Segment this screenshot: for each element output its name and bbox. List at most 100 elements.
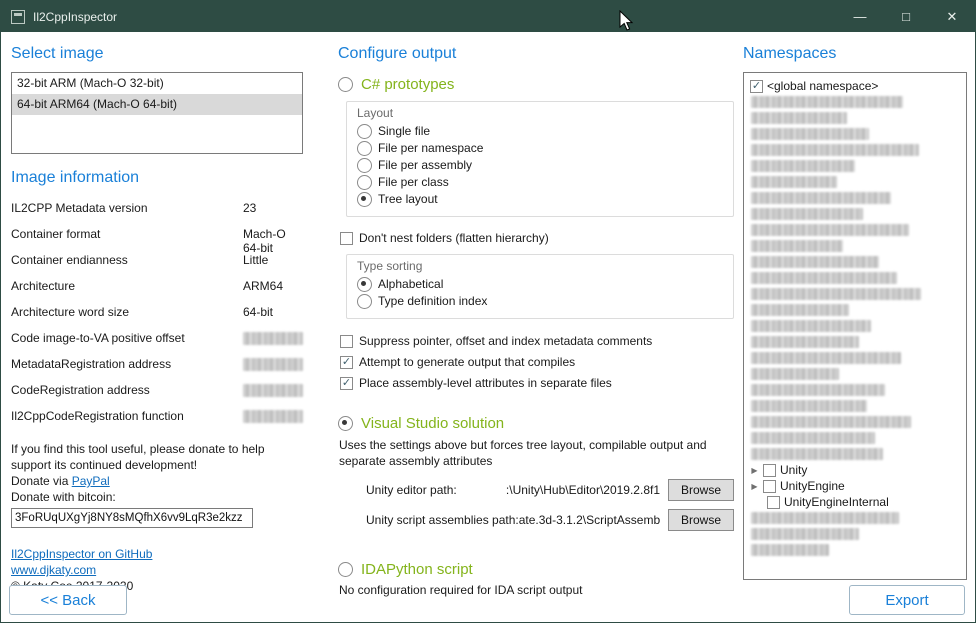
output-option[interactable]: Suppress pointer, offset and index metad… — [340, 333, 734, 349]
back-button[interactable]: << Back — [9, 585, 127, 615]
path-field-row: Unity script assemblies path:ate.3d-3.1.… — [366, 509, 734, 531]
info-value: ARM64 — [243, 279, 283, 293]
checkbox-label: Place assembly-level attributes in separ… — [359, 375, 612, 391]
layout-option[interactable]: File per class — [357, 174, 723, 190]
csharp-prototypes-option[interactable]: C# prototypes — [338, 76, 734, 93]
visual-studio-option[interactable]: Visual Studio solution — [338, 415, 734, 432]
app-window: Il2CppInspector — □ ✕ Select image 32-bi… — [0, 0, 976, 623]
namespace-row[interactable] — [746, 254, 964, 270]
namespace-checkbox[interactable] — [763, 464, 776, 477]
info-value: 64-bit — [243, 305, 273, 319]
namespace-row[interactable] — [746, 158, 964, 174]
namespace-row[interactable] — [746, 350, 964, 366]
info-row: Container endiannessLittle — [11, 253, 303, 279]
namespace-row[interactable]: UnityEngineInternal — [746, 494, 964, 510]
redacted-namespace — [751, 416, 911, 428]
type-sorting-option[interactable]: Type definition index — [357, 293, 723, 309]
namespace-row[interactable] — [746, 206, 964, 222]
namespace-row[interactable] — [746, 526, 964, 542]
github-link[interactable]: Il2CppInspector on GitHub — [11, 547, 152, 561]
paypal-link[interactable]: PayPal — [72, 474, 110, 488]
layout-option[interactable]: File per assembly — [357, 157, 723, 173]
namespace-row[interactable] — [746, 270, 964, 286]
namespace-row[interactable] — [746, 126, 964, 142]
namespace-checkbox[interactable]: ✓ — [750, 80, 763, 93]
namespace-row[interactable] — [746, 318, 964, 334]
info-value-redacted — [243, 410, 303, 423]
output-option[interactable]: ✓Attempt to generate output that compile… — [340, 354, 734, 370]
unity-path-fields: Unity editor path::\Unity\Hub\Editor\201… — [338, 479, 734, 531]
close-button[interactable]: ✕ — [929, 1, 975, 32]
layout-option[interactable]: Single file — [357, 123, 723, 139]
namespace-row[interactable] — [746, 398, 964, 414]
info-value: Little — [243, 253, 268, 267]
redacted-namespace — [751, 112, 847, 124]
minimize-button[interactable]: — — [837, 1, 883, 32]
image-listbox[interactable]: 32-bit ARM (Mach-O 32-bit)64-bit ARM64 (… — [11, 72, 303, 154]
namespaces-list[interactable]: ✓<global namespace> ▶ Unity▶UnityEngineUni… — [743, 72, 967, 580]
browse-button[interactable]: Browse — [668, 479, 734, 501]
browse-button[interactable]: Browse — [668, 509, 734, 531]
website-link[interactable]: www.djkaty.com — [11, 563, 96, 577]
titlebar: Il2CppInspector — □ ✕ — [1, 1, 975, 32]
namespace-row[interactable] — [746, 366, 964, 382]
bitcoin-address-input[interactable] — [11, 508, 253, 528]
checkbox-label: Suppress pointer, offset and index metad… — [359, 333, 652, 349]
namespace-row[interactable] — [746, 286, 964, 302]
redacted-namespace — [751, 144, 919, 156]
namespace-row[interactable] — [746, 238, 964, 254]
namespace-row[interactable] — [746, 430, 964, 446]
path-field-value: :\Unity\Hub\Editor\2019.2.8f1 — [457, 483, 660, 497]
donate-paypal-line: Donate via PayPal — [11, 473, 303, 489]
flatten-hierarchy-option[interactable]: Don't nest folders (flatten hierarchy) — [340, 230, 734, 246]
namespaces-panel: Namespaces ✓<global namespace>▶Unity▶Uni… — [743, 45, 967, 580]
type-sorting-groupbox: Type sorting AlphabeticalType definition… — [346, 254, 734, 319]
namespace-checkbox[interactable] — [763, 480, 776, 493]
radio-icon — [357, 124, 372, 139]
redacted-namespace — [751, 368, 839, 380]
namespace-row[interactable]: ▶ Unity — [746, 462, 964, 478]
namespace-row[interactable]: ▶UnityEngine — [746, 478, 964, 494]
namespace-label: Unity — [780, 463, 807, 477]
namespace-row[interactable] — [746, 334, 964, 350]
redacted-namespace — [751, 512, 899, 524]
radio-label: File per assembly — [378, 157, 472, 173]
info-label: IL2CPP Metadata version — [11, 201, 243, 215]
namespace-row[interactable] — [746, 414, 964, 430]
namespace-row[interactable]: ✓<global namespace> — [746, 78, 964, 94]
namespace-row[interactable] — [746, 446, 964, 462]
layout-option[interactable]: Tree layout — [357, 191, 723, 207]
namespace-row[interactable] — [746, 94, 964, 110]
maximize-button[interactable]: □ — [883, 1, 929, 32]
namespace-row[interactable] — [746, 222, 964, 238]
output-option[interactable]: ✓Place assembly-level attributes in sepa… — [340, 375, 734, 391]
namespace-checkbox[interactable] — [767, 496, 780, 509]
namespace-row[interactable] — [746, 302, 964, 318]
layout-group-title: Layout — [357, 106, 723, 120]
namespace-row[interactable] — [746, 142, 964, 158]
namespace-row[interactable] — [746, 382, 964, 398]
image-list-item[interactable]: 64-bit ARM64 (Mach-O 64-bit) — [12, 94, 302, 115]
idapython-option[interactable]: IDAPython script — [338, 561, 734, 578]
layout-options: Single fileFile per namespaceFile per as… — [357, 123, 723, 207]
radio-icon — [338, 77, 353, 92]
namespace-row[interactable] — [746, 190, 964, 206]
namespace-row[interactable] — [746, 510, 964, 526]
left-panel: Select image 32-bit ARM (Mach-O 32-bit)6… — [11, 45, 303, 594]
redacted-namespace — [751, 320, 871, 332]
namespaces-heading: Namespaces — [743, 45, 967, 63]
namespace-row[interactable] — [746, 542, 964, 558]
expander-icon[interactable]: ▶ — [750, 482, 759, 491]
idapython-label: IDAPython script — [361, 561, 473, 578]
layout-option[interactable]: File per namespace — [357, 140, 723, 156]
export-button[interactable]: Export — [849, 585, 965, 615]
redacted-namespace — [751, 400, 867, 412]
radio-icon — [357, 192, 372, 207]
image-list-item[interactable]: 32-bit ARM (Mach-O 32-bit) — [12, 73, 302, 94]
namespace-row[interactable] — [746, 110, 964, 126]
expander-icon[interactable]: ▶ — [750, 466, 759, 475]
app-body: Select image 32-bit ARM (Mach-O 32-bit)6… — [1, 32, 975, 622]
namespace-row[interactable] — [746, 174, 964, 190]
info-label: Architecture — [11, 279, 243, 293]
type-sorting-option[interactable]: Alphabetical — [357, 276, 723, 292]
